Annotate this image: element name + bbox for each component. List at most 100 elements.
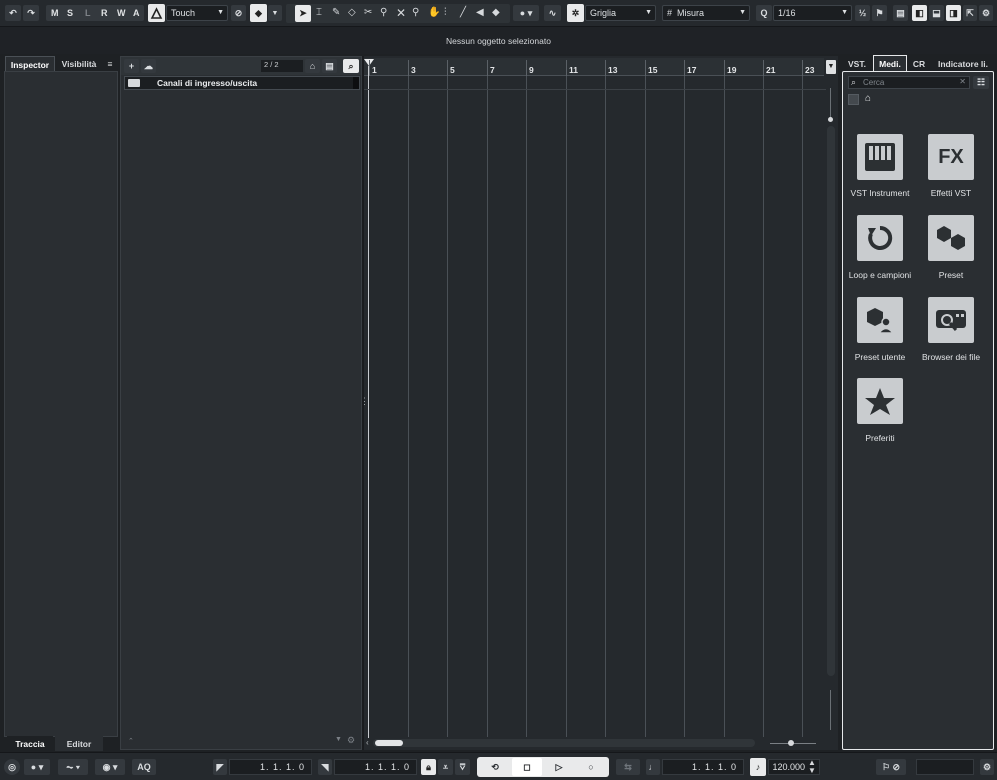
lock-button[interactable]: 🔒︎ bbox=[421, 759, 436, 775]
record-button[interactable]: ○ bbox=[576, 759, 606, 775]
quantize-preset-button[interactable]: ½ bbox=[855, 5, 870, 21]
write-button[interactable]: W bbox=[117, 8, 126, 18]
tab-visibility[interactable]: Visibilità bbox=[57, 56, 101, 72]
add-track-button[interactable]: + bbox=[124, 59, 139, 73]
tile-favorites[interactable] bbox=[857, 378, 903, 424]
left-locator-icon[interactable]: ◤ bbox=[213, 759, 227, 775]
tile-vst-instrument[interactable] bbox=[857, 134, 903, 180]
tab-track[interactable]: Traccia bbox=[7, 736, 53, 751]
cross-fade-button[interactable]: ∿ bbox=[544, 5, 561, 21]
range-tool-icon[interactable]: ⌶ bbox=[316, 7, 322, 18]
tile-file-browser[interactable] bbox=[928, 297, 974, 343]
play-button[interactable]: ▷ bbox=[544, 759, 574, 775]
vertical-zoom-slider[interactable] bbox=[830, 88, 831, 118]
waveform-button[interactable]: ⏦ ▾ bbox=[58, 759, 88, 775]
event-display[interactable] bbox=[362, 56, 838, 750]
tile-loops-samples[interactable] bbox=[857, 215, 903, 261]
tempo-stepper-icon[interactable]: ▲ ▼ bbox=[808, 759, 816, 775]
right-locator-icon[interactable]: ◥ bbox=[318, 759, 332, 775]
vertical-zoom-handle[interactable] bbox=[828, 117, 833, 122]
post-roll-button[interactable]: ⩢ bbox=[455, 759, 470, 775]
left-zone-menu-icon[interactable]: ≡ bbox=[103, 56, 117, 72]
vertical-scrollbar[interactable] bbox=[827, 126, 835, 676]
pre-roll-button[interactable]: ⩡ bbox=[438, 759, 453, 775]
sync-button[interactable]: ⇆ bbox=[616, 759, 640, 775]
quantize-value-select[interactable]: 1/16 ▼ bbox=[773, 5, 852, 21]
glue-tool-icon[interactable]: ⚲ bbox=[380, 7, 387, 18]
color-tool-icon[interactable]: ◆ bbox=[492, 7, 500, 18]
tab-meter[interactable]: Indicatore li. bbox=[933, 56, 993, 72]
primary-time-display[interactable]: 1. 1. 1. 0 bbox=[662, 759, 744, 775]
horizontal-scroll-left-icon[interactable]: ‹ bbox=[366, 738, 369, 747]
split-tool-icon[interactable]: ✂ bbox=[364, 7, 372, 18]
hand-tool-icon[interactable]: ✋ bbox=[428, 7, 440, 18]
activate-project-button[interactable]: ◎ bbox=[4, 759, 20, 775]
redo-button[interactable]: ↷ bbox=[23, 5, 39, 21]
search-tracks-button[interactable]: ⌕ bbox=[343, 59, 359, 73]
track-list-settings-icon[interactable]: ⚙ bbox=[347, 735, 355, 746]
eraser-tool-icon[interactable]: ◇ bbox=[348, 7, 356, 18]
tap-tempo-button[interactable]: ⚐ ⊘ bbox=[876, 759, 906, 775]
track-list-scroll-up-icon[interactable]: ⌃ bbox=[128, 737, 134, 745]
stop-button[interactable]: ◻ bbox=[512, 758, 542, 776]
tab-vst[interactable]: VST. bbox=[843, 56, 871, 72]
setup-window-layout-button[interactable]: ▤ bbox=[893, 5, 908, 21]
snap-toggle-button[interactable]: ✲ bbox=[567, 4, 584, 22]
automation-button[interactable]: A bbox=[133, 8, 140, 18]
tab-editor[interactable]: Editor bbox=[55, 736, 103, 751]
horizontal-zoom-handle[interactable] bbox=[788, 740, 794, 746]
splitter-handle[interactable]: ⋮ bbox=[360, 396, 369, 407]
tile-presets[interactable] bbox=[928, 215, 974, 261]
tab-inspector[interactable]: Inspector bbox=[5, 56, 55, 72]
tab-control-room[interactable]: CR bbox=[909, 56, 929, 72]
right-locator-field[interactable]: 1. 1. 1. 0 bbox=[334, 759, 417, 775]
left-locator-field[interactable]: 1. 1. 1. 0 bbox=[229, 759, 312, 775]
automation-mode-select[interactable]: Touch ▼ bbox=[166, 5, 228, 21]
solo-button[interactable]: S bbox=[67, 8, 73, 18]
ruler-menu-button[interactable]: ▼ bbox=[826, 60, 836, 74]
undo-button[interactable]: ↶ bbox=[5, 5, 21, 21]
track-list-scroll-down-icon[interactable]: ▼ bbox=[335, 736, 342, 743]
time-display-format-icon[interactable]: ♩ bbox=[646, 759, 660, 775]
horizontal-scrollbar[interactable] bbox=[373, 739, 755, 747]
home-icon[interactable]: ⌂ bbox=[865, 93, 871, 104]
edit-mode-button[interactable]: ● ▾ bbox=[513, 5, 539, 21]
cycle-button[interactable]: ⟲ bbox=[480, 759, 510, 775]
auto-quantize-button[interactable]: AQ bbox=[132, 759, 156, 775]
tab-media[interactable]: Medi. bbox=[873, 55, 907, 72]
tile-user-presets[interactable] bbox=[857, 297, 903, 343]
quantize-button[interactable]: Q bbox=[756, 5, 772, 21]
track-list-layout-button[interactable]: ▤ bbox=[322, 59, 337, 73]
media-search-field[interactable]: ⌕ Cerca ✕ bbox=[848, 76, 970, 89]
settings-button[interactable]: ⚙ bbox=[979, 5, 993, 21]
export-button[interactable]: ⇱ bbox=[963, 5, 977, 21]
delete-tool-icon[interactable]: ✕ bbox=[396, 6, 406, 20]
toggle-left-zone-button[interactable]: ◧ bbox=[912, 5, 927, 21]
toggle-right-zone-button[interactable]: ◨ bbox=[946, 5, 961, 21]
add-track-using-preset-button[interactable]: ☁ bbox=[141, 59, 156, 73]
line-tool-icon[interactable]: ╱ bbox=[460, 7, 466, 18]
toggle-lower-zone-button[interactable]: ⬓ bbox=[929, 5, 944, 21]
read-button[interactable]: R bbox=[101, 8, 108, 18]
media-view-options-button[interactable]: ☷ bbox=[973, 76, 989, 89]
horizontal-scroll-thumb[interactable] bbox=[375, 740, 403, 746]
grid-type-select[interactable]: # Misura ▼ bbox=[662, 5, 750, 21]
suspend-automation-button[interactable]: ⊘ bbox=[231, 5, 246, 21]
listen-button[interactable]: L bbox=[85, 8, 91, 18]
clear-search-icon[interactable]: ✕ bbox=[959, 77, 966, 86]
timewarp-tool-icon[interactable]: ⫶ bbox=[444, 7, 447, 18]
autoscroll-button[interactable]: ◆ bbox=[250, 4, 267, 22]
tile-vst-effects[interactable]: FX bbox=[928, 134, 974, 180]
zoom-tool-icon[interactable]: ⚲ bbox=[412, 7, 419, 18]
apply-quantize-button[interactable]: ⚑ bbox=[872, 5, 887, 21]
object-selection-tool[interactable]: ➤ bbox=[295, 5, 311, 22]
folder-track-row[interactable]: Canali di ingresso/uscita bbox=[124, 76, 360, 90]
transport-settings-button[interactable]: ⚙ bbox=[980, 759, 994, 775]
record-mode-button[interactable]: ● ▾ bbox=[24, 759, 50, 775]
metronome-button[interactable]: ♪ bbox=[750, 758, 766, 776]
track-visibility-button[interactable]: ⌂ bbox=[305, 59, 320, 73]
mute-button[interactable]: M bbox=[51, 8, 59, 18]
punch-options-button[interactable]: ◉ ▾ bbox=[95, 759, 125, 775]
vertical-zoom-bottom[interactable] bbox=[830, 690, 831, 730]
pencil-tool-icon[interactable]: ✎ bbox=[332, 7, 340, 18]
